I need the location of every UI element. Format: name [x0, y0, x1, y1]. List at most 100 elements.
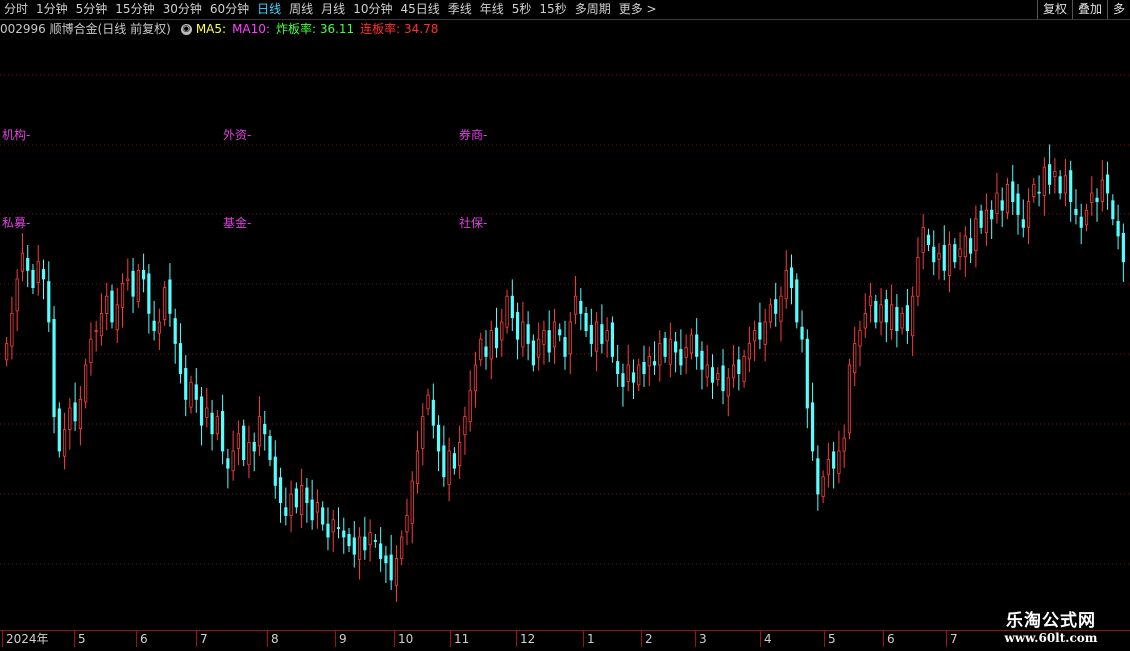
candle-body [816, 458, 820, 495]
candle-body [700, 350, 704, 370]
candle-body [637, 364, 641, 386]
candle-body [1084, 209, 1089, 226]
candle-body [947, 244, 952, 276]
tab-period-1[interactable]: 1分钟 [32, 0, 72, 19]
right-tool-button-2[interactable]: 多 [1106, 0, 1130, 19]
candles [5, 144, 1125, 602]
tab-period-12[interactable]: 年线 [476, 0, 508, 19]
candle-body [315, 502, 320, 513]
candle-body [721, 365, 725, 392]
x-tick-label: 9 [335, 631, 347, 647]
candle-body [652, 361, 657, 366]
candle-body [147, 273, 151, 314]
candle-body [221, 411, 225, 452]
candle-body [1121, 233, 1125, 263]
candle-body [141, 269, 146, 280]
candle-body [747, 343, 751, 360]
candle-body [500, 321, 504, 341]
candle-body [52, 319, 56, 418]
tab-period-10[interactable]: 45日线 [396, 0, 443, 19]
candle-body [563, 337, 567, 357]
candle-body [242, 425, 246, 460]
tab-period-16[interactable]: 更多 > [615, 0, 661, 19]
candle-body [363, 536, 367, 551]
tab-period-14[interactable]: 15秒 [535, 0, 570, 19]
tab-period-7[interactable]: 周线 [285, 0, 317, 19]
candle-body [41, 269, 46, 280]
candle-body [379, 543, 383, 559]
right-tool-button-0[interactable]: 复权 [1036, 0, 1072, 19]
candle-body [526, 324, 530, 344]
candle-body [521, 321, 525, 348]
x-tick-label: 7 [946, 631, 958, 647]
candle-body [610, 322, 615, 357]
x-tick-label: 2024年 [2, 631, 49, 647]
candle-body [789, 267, 794, 289]
candle-body [779, 295, 783, 322]
stock-title: 002996 顺博合金(日线 前复权) [0, 22, 171, 36]
x-tick-label: 10 [394, 631, 413, 647]
right-tool-button-1[interactable]: 叠加 [1071, 0, 1107, 19]
candle-body [942, 245, 946, 271]
x-tick-label: 7 [196, 631, 208, 647]
tab-period-13[interactable]: 5秒 [508, 0, 536, 19]
candle-body [357, 536, 362, 560]
candle-body [326, 523, 330, 538]
tab-period-11[interactable]: 季线 [444, 0, 476, 19]
candle-body [969, 238, 973, 254]
candle-body [731, 364, 736, 379]
tab-period-5[interactable]: 60分钟 [206, 0, 253, 19]
candle-body [953, 244, 957, 263]
tab-period-0[interactable]: 分时 [0, 0, 32, 19]
tab-period-6[interactable]: 日线 [253, 0, 285, 19]
candle-body [20, 252, 25, 272]
candle-body [284, 507, 288, 516]
candle-body [110, 290, 114, 323]
candle-body [726, 377, 730, 397]
tab-period-4[interactable]: 30分钟 [159, 0, 206, 19]
tab-period-8[interactable]: 月线 [317, 0, 349, 19]
candle-body [184, 368, 188, 400]
x-tick-label: 12 [516, 631, 535, 647]
tab-period-2[interactable]: 5分钟 [72, 0, 112, 19]
candle-body [911, 295, 915, 337]
candle-body [263, 423, 267, 435]
candle-body [78, 398, 82, 430]
ma10-label: MA10: [232, 22, 270, 36]
candle-body [373, 540, 377, 542]
candle-body [626, 364, 630, 382]
candle-body [763, 321, 767, 345]
candle-body [131, 270, 135, 297]
candle-body [473, 364, 478, 392]
candle-body [1105, 174, 1110, 194]
candle-body [737, 359, 741, 374]
candle-body [36, 261, 40, 283]
candle-body [463, 416, 467, 436]
candle-body [689, 334, 694, 354]
settings-icon[interactable]: ◉ [180, 23, 192, 35]
tab-period-9[interactable]: 10分钟 [349, 0, 396, 19]
candle-body [247, 441, 251, 466]
candle-body [1048, 164, 1052, 185]
candle-body [1074, 208, 1078, 215]
tab-period-15[interactable]: 多周期 [571, 0, 615, 19]
candle-body [647, 355, 651, 367]
candle-body [900, 312, 904, 329]
right-tools: 复权 叠加多 [1036, 0, 1130, 19]
candle-body [1005, 183, 1010, 214]
candle-body [189, 381, 193, 408]
candle-body [990, 209, 994, 220]
candle-body [921, 226, 925, 253]
info-bar: 002996 顺博合金(日线 前复权) ◉ MA5: MA10: 炸板率: 36… [0, 20, 444, 38]
tab-period-3[interactable]: 15分钟 [111, 0, 158, 19]
candle-body [300, 484, 304, 516]
watermark: 乐淘公式网 www.60lt.com [982, 606, 1120, 646]
candle-body [342, 530, 346, 538]
candle-body [573, 295, 578, 315]
x-tick-label: 2 [641, 631, 653, 647]
candle-body [410, 480, 414, 524]
candle-body [57, 408, 61, 452]
zhaban-value: 36.11 [319, 22, 355, 36]
candle-body [832, 451, 836, 469]
candle-body [826, 459, 830, 475]
